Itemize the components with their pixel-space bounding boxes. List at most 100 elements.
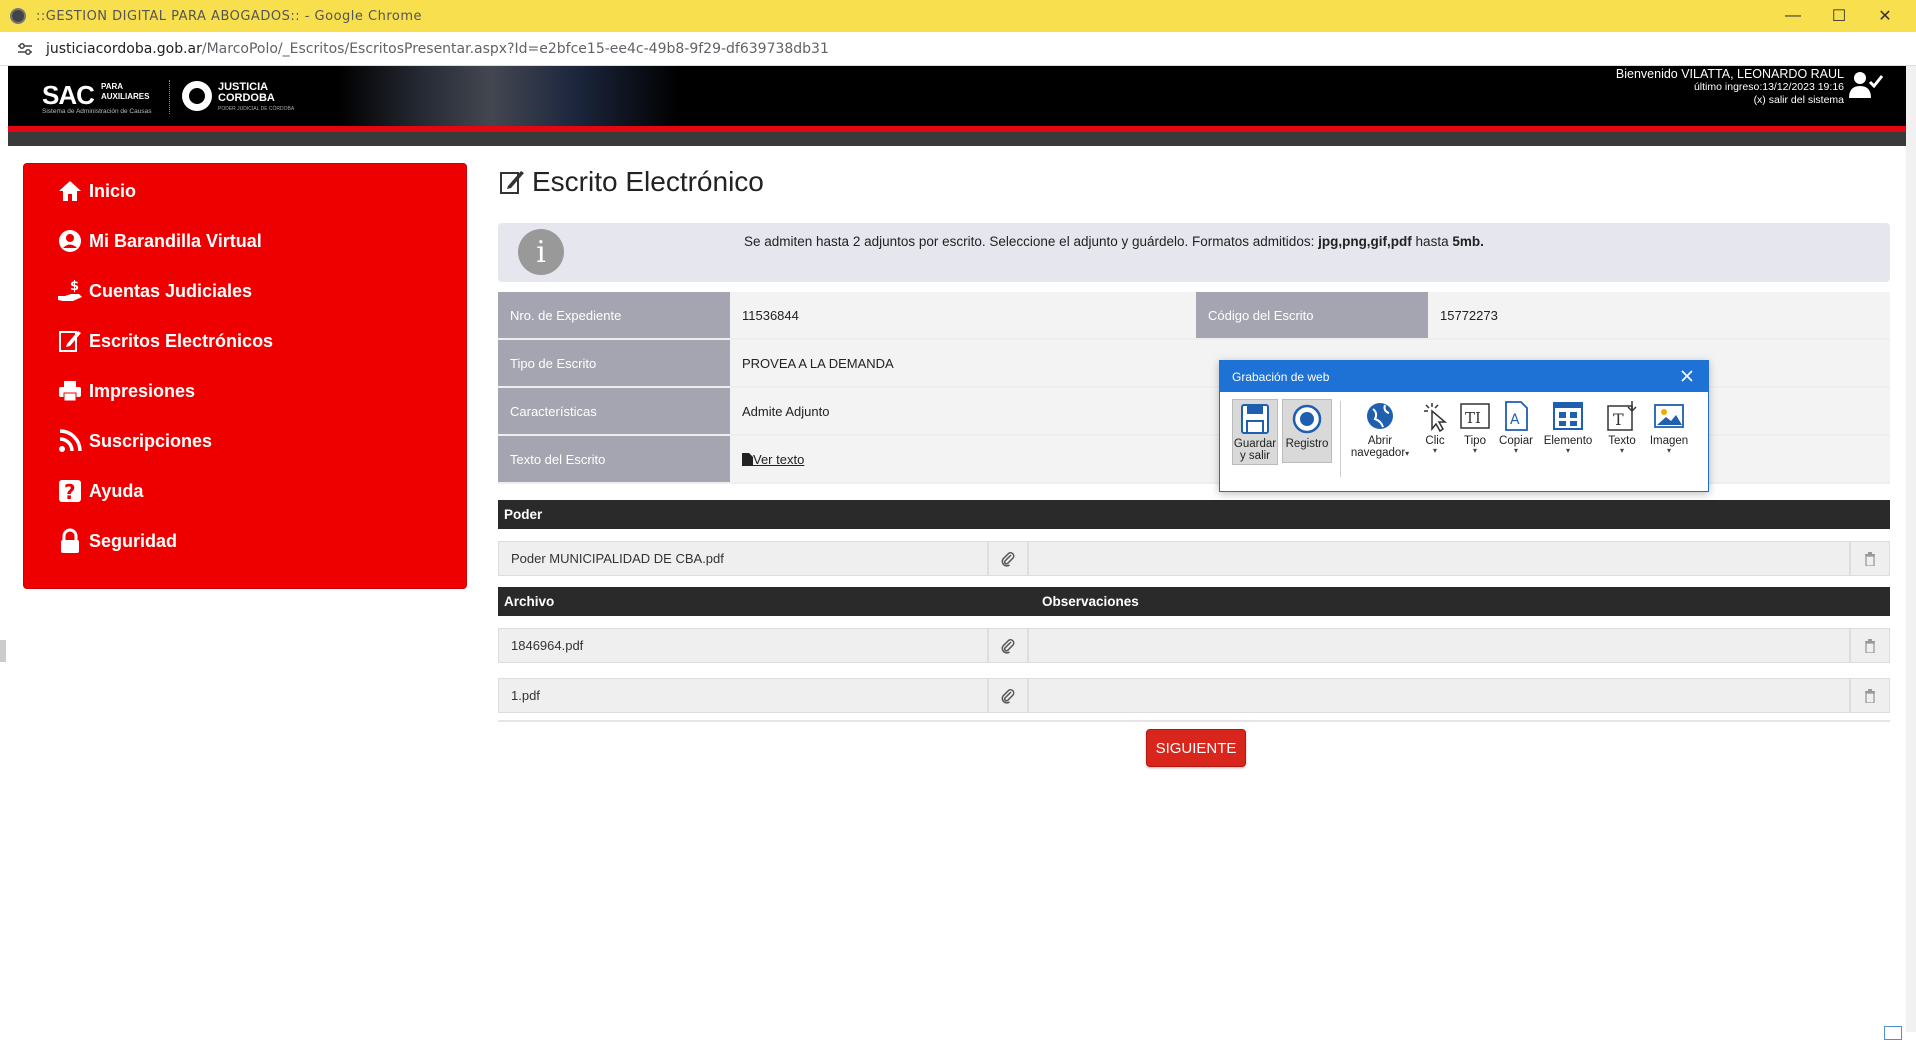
sidebar-item-impresiones[interactable]: Impresiones: [57, 378, 195, 404]
observaciones-header-text: Observaciones: [1042, 594, 1139, 609]
sidebar-item-barandilla[interactable]: Mi Barandilla Virtual: [57, 228, 262, 254]
sidebar-item-label: Ayuda: [89, 480, 144, 501]
element-button[interactable]: Elemento ▾: [1540, 399, 1596, 455]
last-login: último ingreso:13/12/2023 19:16: [1693, 81, 1844, 93]
type-icon: TI: [1460, 403, 1490, 429]
save-and-exit-button[interactable]: Guardar y salir: [1232, 399, 1278, 465]
observaciones-input-1[interactable]: [1028, 628, 1850, 663]
copy-icon: A: [1505, 401, 1528, 431]
close-window-button[interactable]: ✕: [1862, 0, 1908, 32]
record-button[interactable]: Registro: [1282, 399, 1332, 463]
sidebar-item-label: Impresiones: [89, 380, 196, 401]
window-title: ::GESTION DIGITAL PARA ABOGADOS:: - Goog…: [36, 8, 423, 24]
observaciones-input-2[interactable]: [1028, 678, 1850, 713]
click-icon: [1424, 403, 1448, 433]
paperclip-icon: [1001, 688, 1015, 704]
dropdown-caret: ▾: [1619, 446, 1624, 455]
dropdown-caret: ▾: [1666, 446, 1671, 455]
delete-button[interactable]: [1850, 678, 1890, 713]
file-row-1: 1846964.pdf: [498, 628, 1890, 663]
file-name-1: 1846964.pdf: [498, 628, 988, 663]
siguiente-button[interactable]: SIGUIENTE: [1146, 729, 1246, 767]
sidebar-item-seguridad[interactable]: Seguridad: [57, 528, 177, 554]
trash-icon: [1865, 688, 1875, 703]
recorder-title: Grabación de web: [1232, 369, 1330, 384]
sidebar-item-ayuda[interactable]: ? Ayuda: [57, 478, 143, 504]
minimize-button[interactable]: —: [1770, 0, 1816, 32]
file-row-2: 1.pdf: [498, 678, 1890, 713]
sidebar-item-label: Mi Barandilla Virtual: [89, 230, 262, 251]
url-text[interactable]: justiciacordoba.gob.ar/MarcoPolo/_Escrit…: [46, 41, 829, 57]
attach-button[interactable]: [988, 541, 1028, 576]
rss-icon: [59, 429, 82, 452]
page: SAC PARA AUXILIARES Sistema de Administra…: [8, 66, 1906, 1032]
expediente-label: Nro. de Expediente: [498, 292, 730, 338]
page-title-text: Escrito Electrónico: [532, 166, 764, 197]
sidebar-item-label: Inicio: [89, 180, 137, 201]
sac-subtitle: PARA AUXILIARES: [101, 82, 150, 101]
poder-file-row: Poder MUNICIPALIDAD DE CBA.pdf: [498, 541, 1890, 576]
sidebar-item-inicio[interactable]: Inicio: [57, 178, 136, 204]
codigo-value: 15772273: [1428, 292, 1890, 338]
tool-label: Registro: [1285, 438, 1329, 450]
poder-observaciones[interactable]: [1028, 541, 1850, 576]
sidebar-item-suscripciones[interactable]: Suscripciones: [57, 428, 212, 454]
header-grey-line: [8, 132, 1906, 146]
address-bar[interactable]: justiciacordoba.gob.ar/MarcoPolo/_Escrit…: [0, 32, 1916, 66]
ver-texto-link[interactable]: Ver texto: [753, 452, 804, 467]
header-banner: SAC PARA AUXILIARES Sistema de Administra…: [8, 66, 1906, 126]
edit-document-icon: [500, 171, 524, 194]
web-recording-panel: Grabación de web Guardar y salir Registr…: [1219, 360, 1709, 492]
toolbar-separator: [1340, 401, 1341, 477]
user-info: Bienvenido VILATTA, LEONARDO RAUL último…: [1616, 68, 1844, 107]
home-icon: [59, 181, 81, 201]
resize-corner-icon: [1884, 1026, 1902, 1040]
element-icon: [1553, 402, 1583, 430]
click-button[interactable]: Clic ▾: [1416, 399, 1454, 455]
logout-link[interactable]: (x) salir del sistema: [1616, 94, 1844, 107]
sac-logo[interactable]: SAC: [42, 80, 95, 111]
attach-button[interactable]: [988, 628, 1028, 663]
tool-label: Abrir: [1367, 435, 1393, 447]
chrome-icon: [10, 8, 26, 24]
record-icon: [1292, 404, 1322, 434]
maximize-button[interactable]: ☐: [1816, 0, 1862, 32]
close-icon[interactable]: [1678, 367, 1696, 385]
svg-text:A: A: [1510, 412, 1520, 428]
file-name-2: 1.pdf: [498, 678, 988, 713]
copy-button[interactable]: A Copiar ▾: [1496, 399, 1536, 455]
archivo-header: Archivo Observaciones: [498, 587, 1890, 616]
user-check-icon: [1849, 72, 1884, 98]
open-browser-button[interactable]: Abrir navegador▾: [1348, 399, 1412, 459]
dropdown-caret: ▾: [1432, 446, 1437, 455]
svg-text:$: $: [70, 279, 79, 294]
justicia-tagline: PODER JUDICIAL DE CÓRDOBA: [218, 106, 295, 112]
tool-label: y salir: [1239, 450, 1271, 462]
trash-icon: [1865, 551, 1875, 566]
table-bottom-rule: [498, 720, 1890, 722]
side-marker: [0, 640, 6, 662]
info-icon: i: [518, 229, 564, 275]
dropdown-caret: ▾: [1472, 446, 1477, 455]
archivo-header-text: Archivo: [504, 594, 555, 609]
money-hand-icon: $: [58, 279, 82, 301]
delete-button[interactable]: [1850, 541, 1890, 576]
tool-label: Guardar: [1233, 438, 1277, 450]
sidebar-item-cuentas[interactable]: $ Cuentas Judiciales: [57, 278, 252, 304]
text-button[interactable]: T Texto ▾: [1600, 399, 1644, 455]
paperclip-icon: [1001, 638, 1015, 654]
row-expediente: Nro. de Expediente 11536844 Código del E…: [498, 292, 1890, 340]
justicia-seal-icon: [182, 81, 212, 111]
svg-text:TI: TI: [1465, 409, 1481, 427]
attach-button[interactable]: [988, 678, 1028, 713]
delete-button[interactable]: [1850, 628, 1890, 663]
type-button[interactable]: TI Tipo ▾: [1456, 399, 1494, 455]
sidebar-item-escritos[interactable]: Escritos Electrónicos: [57, 328, 273, 354]
site-settings-icon[interactable]: [16, 40, 34, 58]
scrollbar[interactable]: [1906, 66, 1916, 1032]
browser-title-bar: ::GESTION DIGITAL PARA ABOGADOS:: - Goog…: [0, 0, 1916, 32]
sidebar: Inicio Mi Barandilla Virtual $ Cuentas J…: [23, 163, 467, 589]
trash-icon: [1865, 638, 1875, 653]
image-button[interactable]: Imagen ▾: [1644, 399, 1694, 455]
poder-header: Poder: [498, 500, 1890, 529]
